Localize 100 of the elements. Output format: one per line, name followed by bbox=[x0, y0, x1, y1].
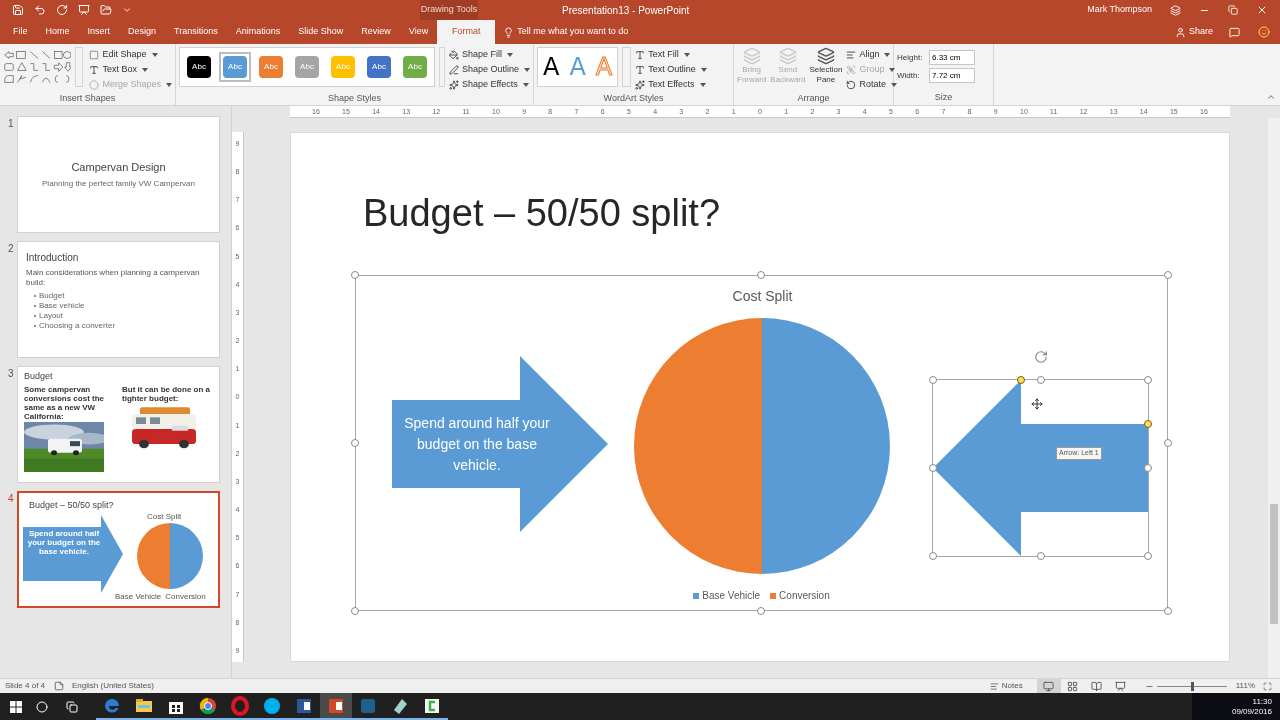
resize-handle[interactable] bbox=[1164, 439, 1172, 447]
ribbon-tab[interactable]: Home bbox=[36, 20, 79, 44]
left-arrow-shape[interactable] bbox=[933, 380, 1148, 556]
group-label: Insert Shapes bbox=[59, 92, 116, 105]
slide-number: 2 bbox=[7, 242, 15, 256]
layers-icon bbox=[742, 47, 761, 65]
resize-handle[interactable] bbox=[1164, 607, 1172, 615]
windows-icon[interactable] bbox=[10, 700, 22, 713]
spin-field[interactable]: 6.33 cm bbox=[929, 50, 975, 65]
resize-handle[interactable] bbox=[1144, 464, 1152, 472]
ribbon-tab[interactable]: Review bbox=[352, 20, 400, 44]
notes-button[interactable]: Notes bbox=[989, 680, 1023, 692]
slideshow-icon[interactable] bbox=[78, 4, 90, 16]
caret-icon bbox=[151, 52, 158, 57]
resize-handle[interactable] bbox=[1164, 271, 1172, 279]
ribbon-tab[interactable]: Animations bbox=[226, 20, 290, 44]
ribbon-tab[interactable]: Format bbox=[437, 20, 496, 44]
ribbon-tab[interactable]: Insert bbox=[78, 20, 120, 44]
slide-thumbnail[interactable]: Introduction Main considerations when planning a campervan build: Budget Base vehicle Layout Choosing a converter bbox=[17, 241, 220, 358]
text-fill-icon bbox=[635, 49, 646, 60]
group-icon bbox=[846, 64, 857, 75]
caret-icon bbox=[166, 82, 172, 87]
ribbon-tab[interactable]: Slide Show bbox=[289, 20, 353, 44]
resize-handle[interactable] bbox=[351, 271, 359, 279]
ribbon-tab[interactable]: View bbox=[399, 20, 438, 44]
ribbon-tab[interactable]: Design bbox=[119, 20, 166, 44]
save-icon[interactable] bbox=[12, 4, 24, 16]
lightbulb-icon bbox=[503, 26, 515, 38]
share-button[interactable]: Share bbox=[1174, 20, 1213, 44]
group-label: Size bbox=[934, 91, 953, 105]
slide-thumbnail[interactable]: Budget – 50/50 split? Spend around half your budget on the base vehicle. Cost Split Base Vehicle Conversion bbox=[17, 491, 220, 608]
close-icon[interactable] bbox=[1256, 4, 1268, 16]
ribbon-button[interactable]: Shape Outline bbox=[448, 62, 530, 77]
scrollbar-thumb[interactable] bbox=[1270, 504, 1278, 624]
resize-handle[interactable] bbox=[1144, 376, 1152, 384]
zoom-percent[interactable]: 111% bbox=[1235, 680, 1255, 692]
ribbon-button[interactable]: Align bbox=[846, 47, 897, 62]
resize-handle[interactable] bbox=[929, 464, 937, 472]
resize-handle[interactable] bbox=[757, 607, 765, 615]
slide-thumbnail[interactable]: Budget Some campervan conversions cost the same as a new VW California: But it can be done on a tighter budget: bbox=[17, 366, 220, 483]
ribbon-button[interactable]: Text Outline bbox=[635, 62, 707, 77]
slide-info: Slide 4 of 4 bbox=[4, 680, 47, 692]
ribbon-button[interactable]: Text Box bbox=[89, 62, 172, 77]
vertical-scrollbar[interactable] bbox=[1268, 118, 1280, 678]
taskbar-app[interactable] bbox=[320, 693, 352, 720]
rotate-handle-icon[interactable] bbox=[1034, 350, 1048, 364]
sparkles-icon bbox=[448, 79, 459, 90]
fit-icon[interactable] bbox=[1263, 681, 1272, 691]
resize-handle[interactable] bbox=[351, 439, 359, 447]
ribbon-button[interactable]: Text Effects bbox=[635, 77, 707, 92]
ribbon-button[interactable]: Shape Effects bbox=[448, 77, 530, 92]
thumb-title: Introduction bbox=[26, 251, 80, 265]
ribbon-options-icon[interactable] bbox=[1170, 4, 1181, 16]
thumb-title: Campervan Design bbox=[71, 160, 166, 176]
resize-handle[interactable] bbox=[1037, 552, 1045, 560]
view-button[interactable] bbox=[1036, 678, 1061, 694]
ribbon-button[interactable]: Selection Pane bbox=[809, 47, 843, 85]
slide-thumbnail[interactable]: Campervan Design Planning the perfect family VW Campervan bbox=[17, 116, 220, 233]
folder-icon[interactable] bbox=[100, 4, 112, 16]
resize-handle[interactable] bbox=[929, 552, 937, 560]
resize-handle[interactable] bbox=[1144, 552, 1152, 560]
grid-icon bbox=[1067, 680, 1079, 692]
resize-handle[interactable] bbox=[757, 271, 765, 279]
customize-icon[interactable] bbox=[122, 5, 132, 15]
group-label: Shape Styles bbox=[327, 92, 381, 105]
task-view-icon[interactable] bbox=[66, 700, 78, 713]
resize-handle[interactable] bbox=[1037, 376, 1045, 384]
ribbon-tab[interactable]: Transitions bbox=[165, 20, 227, 44]
tell-me-field[interactable]: Tell me what you want to do bbox=[517, 25, 629, 39]
thumb-legend-text: Base Vehicle bbox=[115, 591, 162, 603]
adjust-handle[interactable] bbox=[1017, 376, 1025, 384]
ribbon-button[interactable]: Text Fill bbox=[635, 47, 707, 62]
ribbon-button[interactable]: Rotate bbox=[846, 77, 897, 92]
restore-icon[interactable] bbox=[1228, 5, 1238, 15]
collapse-ribbon-icon[interactable] bbox=[1266, 92, 1276, 102]
comments-icon[interactable] bbox=[1229, 27, 1240, 38]
thumb-bullet: Choosing a converter bbox=[39, 321, 116, 331]
search-icon[interactable] bbox=[36, 700, 48, 713]
right-arrow-shape[interactable] bbox=[392, 356, 608, 532]
zoom-thumb[interactable] bbox=[1190, 681, 1194, 691]
wordart-sample[interactable]: A bbox=[569, 49, 586, 85]
thumb-title: Budget – 50/50 split? bbox=[29, 499, 114, 512]
ribbon-tab[interactable]: File bbox=[4, 20, 37, 44]
taskbar-app[interactable] bbox=[224, 693, 256, 720]
thumb-title: Budget bbox=[24, 370, 54, 383]
resize-handle[interactable] bbox=[929, 376, 937, 384]
wordart-sample[interactable]: A bbox=[543, 49, 560, 85]
thumb-text: Some campervan conversions cost the same as a new VW California: bbox=[24, 384, 106, 421]
adjust-handle[interactable] bbox=[1144, 420, 1152, 428]
caret-icon bbox=[890, 82, 897, 87]
spin-field[interactable]: 7.72 cm bbox=[929, 68, 975, 83]
feedback-icon[interactable] bbox=[1258, 26, 1270, 38]
ribbon-button[interactable]: Shape Fill bbox=[448, 47, 530, 62]
undo-icon[interactable] bbox=[34, 4, 46, 16]
redo-icon[interactable] bbox=[56, 4, 68, 16]
thumb-text: But it can be done on a tighter budget: bbox=[122, 384, 211, 403]
ribbon-button[interactable]: Edit Shape bbox=[89, 47, 172, 62]
thumb-chart-title: Cost Split bbox=[147, 511, 182, 523]
caret-icon bbox=[524, 67, 530, 72]
resize-handle[interactable] bbox=[351, 607, 359, 615]
